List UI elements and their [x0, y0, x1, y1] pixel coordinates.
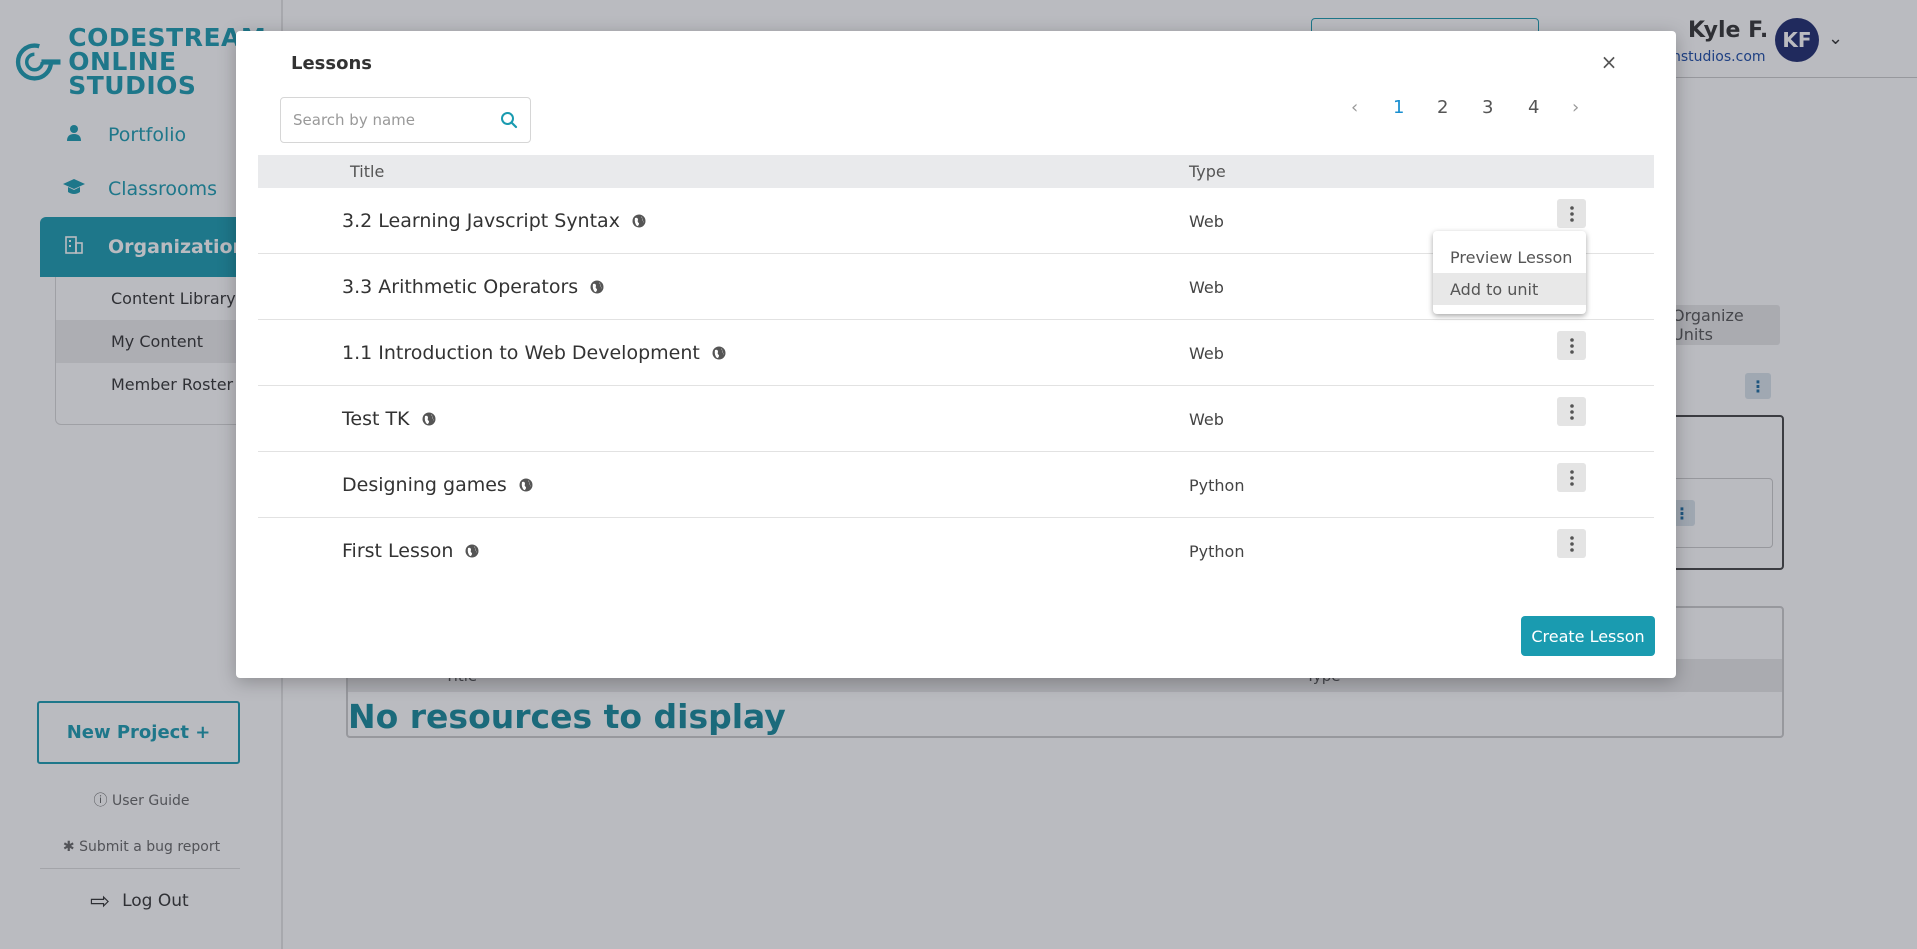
- row-actions-menu: Preview Lesson Add to unit: [1433, 231, 1586, 314]
- page-2[interactable]: 2: [1437, 97, 1448, 118]
- lesson-type: Web: [1189, 277, 1224, 297]
- table-row[interactable]: First Lesson Python: [258, 518, 1654, 584]
- lesson-title: 1.1 Introduction to Web Development: [342, 342, 700, 364]
- search-icon[interactable]: [500, 111, 518, 129]
- more-options-icon[interactable]: [1557, 199, 1586, 228]
- close-icon[interactable]: ×: [1598, 51, 1620, 73]
- chevron-right-icon[interactable]: ›: [1572, 97, 1579, 118]
- lesson-type: Web: [1189, 211, 1224, 231]
- lesson-type: Python: [1189, 541, 1245, 561]
- lesson-title: First Lesson: [342, 540, 454, 562]
- search-input[interactable]: [293, 111, 493, 129]
- lesson-title: Test TK: [342, 408, 410, 430]
- lesson-type: Web: [1189, 409, 1224, 429]
- modal-title: Lessons: [291, 53, 372, 74]
- page-1[interactable]: 1: [1393, 97, 1404, 118]
- lessons-modal: Lessons × ‹ 1 2 3 4 › Title Type 3.2 Lea…: [236, 31, 1676, 678]
- column-type: Type: [1189, 162, 1226, 181]
- lesson-type: Web: [1189, 343, 1224, 363]
- lessons-table-header: Title Type: [258, 155, 1654, 188]
- lesson-type: Python: [1189, 475, 1245, 495]
- chevron-left-icon[interactable]: ‹: [1351, 97, 1358, 118]
- globe-icon: [519, 478, 533, 492]
- table-row[interactable]: Designing games Python: [258, 452, 1654, 518]
- menu-item-add-to-unit[interactable]: Add to unit: [1433, 273, 1586, 305]
- globe-icon: [465, 544, 479, 558]
- search-field[interactable]: [280, 97, 531, 143]
- table-row[interactable]: Test TK Web: [258, 386, 1654, 452]
- lesson-title: 3.2 Learning Javscript Syntax: [342, 210, 620, 232]
- menu-item-preview-lesson[interactable]: Preview Lesson: [1433, 241, 1586, 273]
- globe-icon: [422, 412, 436, 426]
- more-options-icon[interactable]: [1557, 397, 1586, 426]
- lesson-title: 3.3 Arithmetic Operators: [342, 276, 579, 298]
- globe-icon: [712, 346, 726, 360]
- more-options-icon[interactable]: [1557, 331, 1586, 360]
- column-title: Title: [350, 162, 385, 181]
- create-lesson-button[interactable]: Create Lesson: [1521, 616, 1655, 656]
- more-options-icon[interactable]: [1557, 529, 1586, 558]
- globe-icon: [590, 280, 604, 294]
- lesson-title: Designing games: [342, 474, 507, 496]
- globe-icon: [632, 214, 646, 228]
- page-3[interactable]: 3: [1482, 97, 1493, 118]
- page-4[interactable]: 4: [1528, 97, 1539, 118]
- more-options-icon[interactable]: [1557, 463, 1586, 492]
- table-row[interactable]: 1.1 Introduction to Web Development Web: [258, 320, 1654, 386]
